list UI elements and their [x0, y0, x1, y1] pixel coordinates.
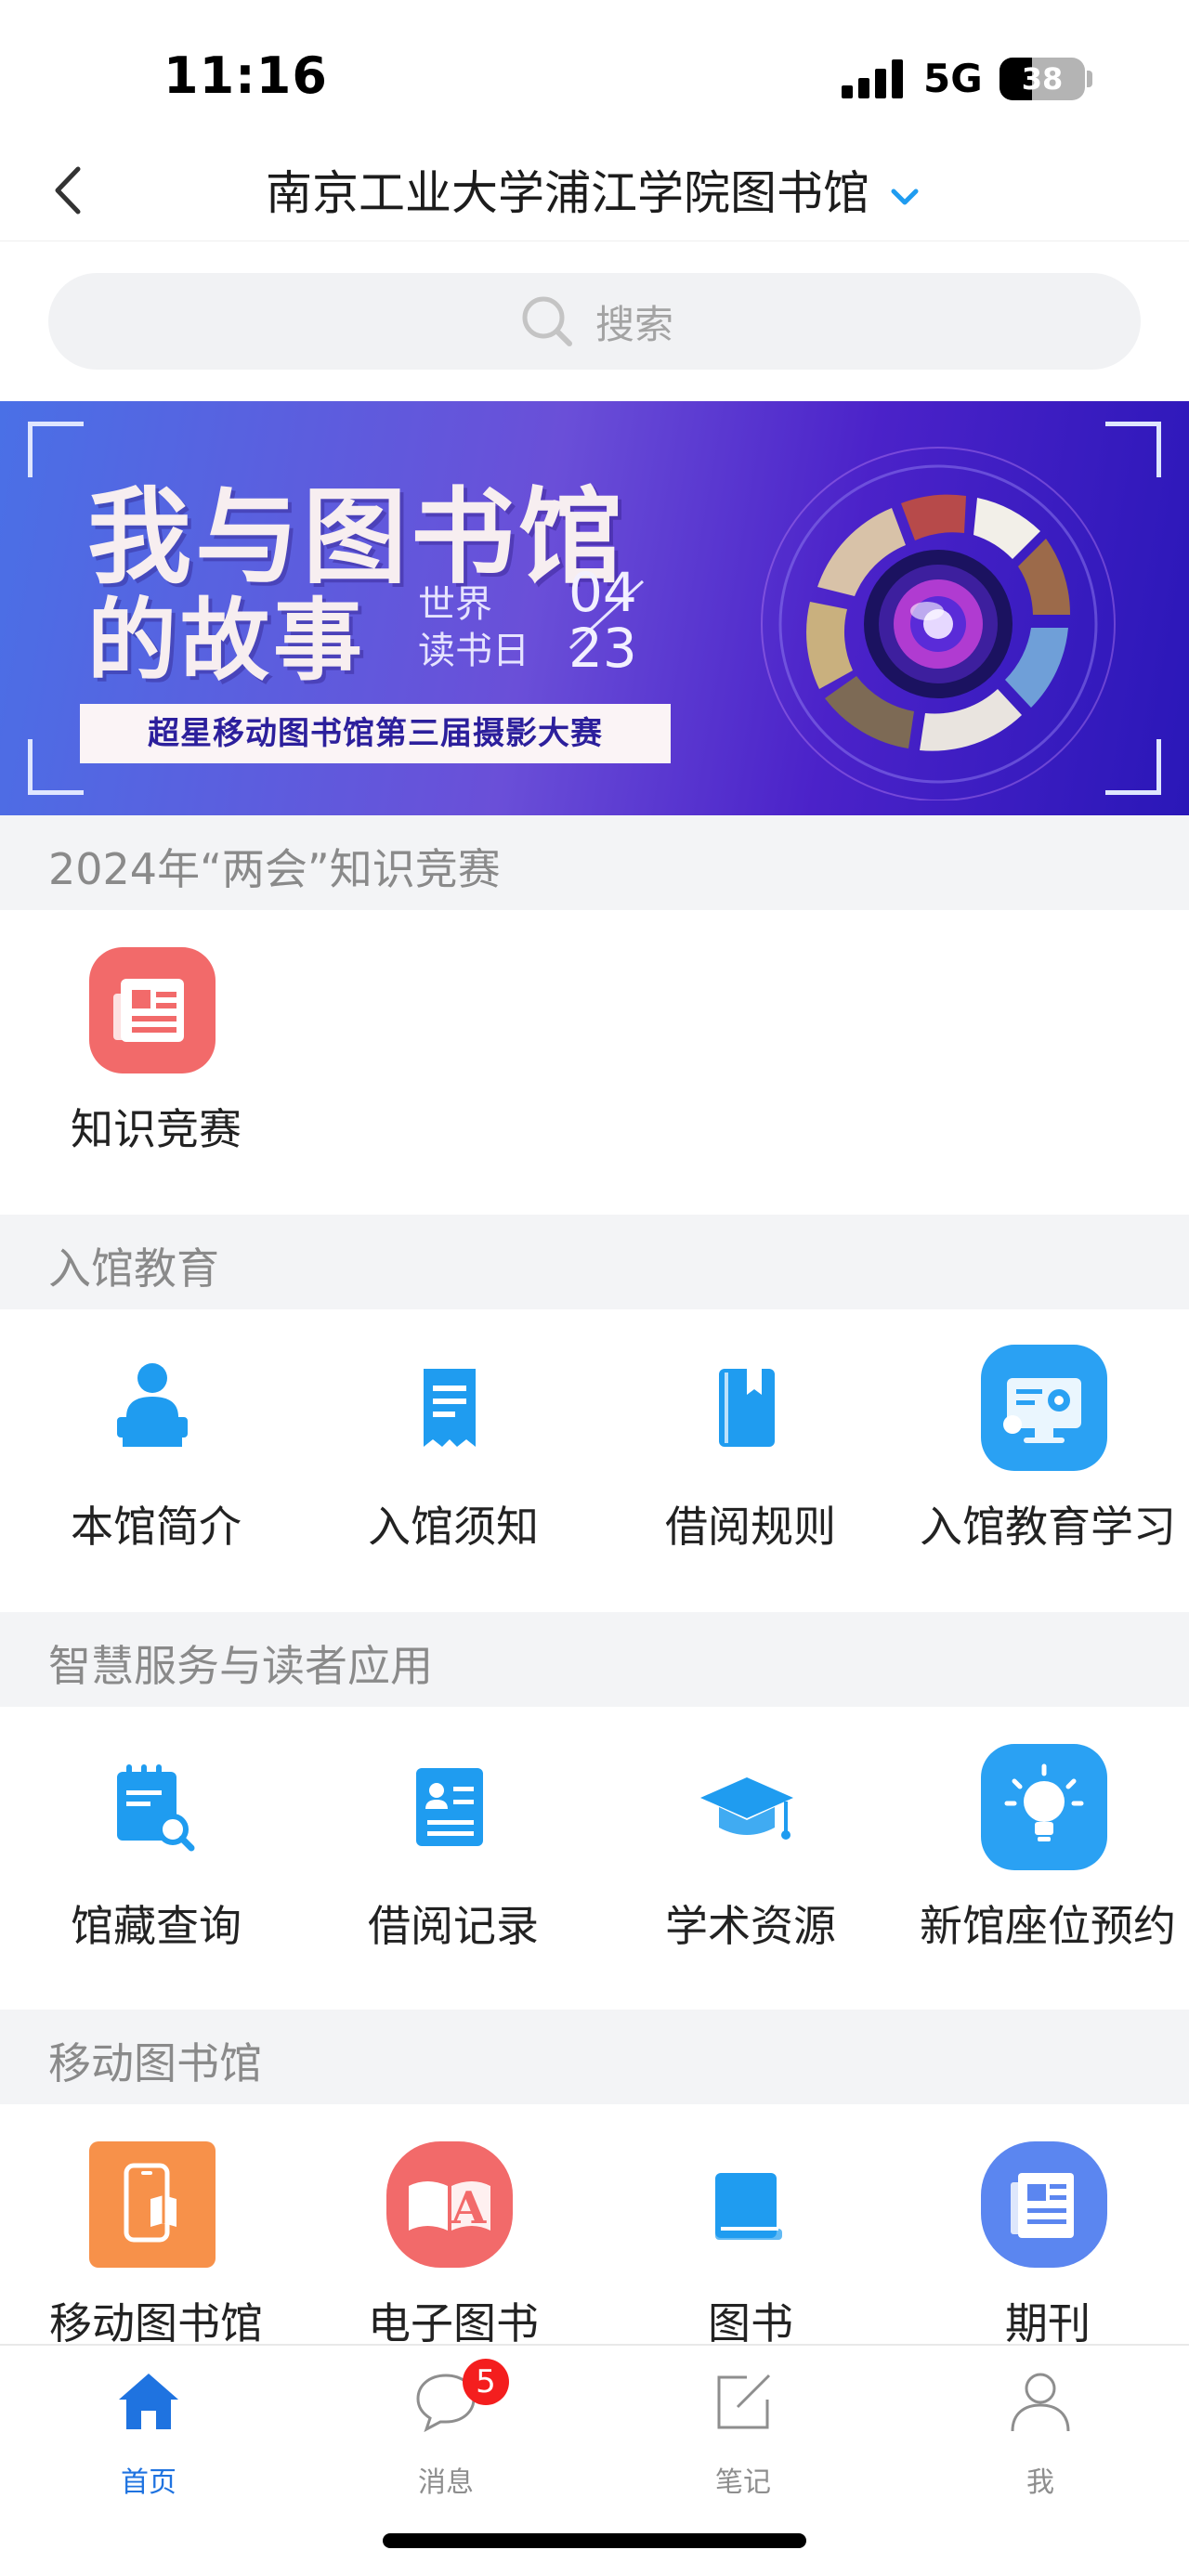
battery-cap	[1087, 71, 1092, 87]
tab-label: 首页	[121, 2466, 176, 2499]
library-switcher[interactable]: 南京工业大学浦江学院图书馆	[0, 156, 1189, 223]
banner-date-month: 04	[568, 561, 637, 624]
librarian-icon	[89, 1345, 216, 1471]
notice-icon	[386, 1345, 513, 1471]
tab-home[interactable]: 首页	[74, 2359, 223, 2499]
id-card-icon	[386, 1744, 513, 1870]
banner-subtitle-line2: 读书日	[418, 630, 529, 672]
grid-item-journals[interactable]: 期刊	[892, 2141, 1189, 2374]
book-icon	[684, 2141, 810, 2268]
search-placeholder: 搜索	[594, 301, 673, 347]
home-indicator	[383, 2533, 806, 2548]
chevron-down-icon	[891, 189, 919, 204]
grid-item-books[interactable]: 图书	[594, 2141, 892, 2374]
grid-item-label: 学术资源	[665, 1901, 836, 1951]
section-header-orientation: 入馆教育	[0, 1215, 1189, 1309]
calendar-search-icon	[89, 1744, 216, 1870]
grid-item-label: 本馆简介	[71, 1502, 242, 1552]
grid-item-label: 知识竞赛	[71, 1104, 242, 1154]
svg-text:A: A	[451, 2182, 487, 2234]
home-icon	[119, 2374, 178, 2429]
grid-item-label: 新馆座位预约	[920, 1901, 1176, 1951]
grid-item-collection-search[interactable]: 馆藏查询	[0, 1744, 297, 1976]
tab-messages[interactable]: 5 消息	[372, 2359, 520, 2499]
battery-level: 38	[1021, 61, 1064, 97]
grid-item-label: 图书	[708, 2298, 793, 2348]
status-time: 11:16	[163, 46, 328, 105]
grid-item-ebooks[interactable]: A 电子图书	[297, 2141, 594, 2374]
camera-lens-graphic	[761, 447, 1116, 800]
grid-item-borrow-history[interactable]: 借阅记录	[297, 1744, 594, 1976]
section-title: 移动图书馆	[48, 2038, 262, 2088]
mobile-book-icon	[89, 2141, 216, 2268]
note-edit-icon	[717, 2374, 771, 2429]
network-type: 5G	[923, 56, 983, 101]
tab-me[interactable]: 我	[966, 2359, 1115, 2499]
grid-item-seat-reservation[interactable]: 新馆座位预约	[892, 1744, 1189, 1976]
promo-banner[interactable]: 我与图书馆 的故事 世界 读书日 04 23 超星移动图书馆第三届摄影大赛	[0, 401, 1189, 815]
battery-icon: 38	[1000, 58, 1085, 100]
ebook-icon: A	[386, 2141, 513, 2268]
tab-notes[interactable]: 笔记	[669, 2359, 817, 2499]
search-icon	[522, 296, 572, 346]
grid-item-label: 电子图书	[368, 2298, 539, 2348]
section-header-contest: 2024年“两会”知识竞赛	[0, 815, 1189, 910]
section-header-mobile-library: 移动图书馆	[0, 2010, 1189, 2104]
bookmark-book-icon	[684, 1345, 810, 1471]
grid-item-knowledge-contest[interactable]: 知识竞赛	[0, 947, 297, 1179]
search-bar[interactable]: 搜索	[48, 273, 1141, 370]
grid-item-label: 借阅记录	[368, 1901, 539, 1951]
grid-item-entry-notice[interactable]: 入馆须知	[297, 1345, 594, 1577]
banner-date-day: 23	[568, 617, 637, 680]
grid-item-academic-resources[interactable]: 学术资源	[594, 1744, 892, 1976]
monitor-settings-icon	[981, 1345, 1107, 1471]
grid-item-label: 馆藏查询	[71, 1901, 242, 1951]
section-title: 2024年“两会”知识竞赛	[48, 844, 501, 894]
nav-bar: 南京工业大学浦江学院图书馆	[0, 139, 1189, 241]
tab-label: 我	[1026, 2466, 1054, 2499]
grid-item-library-intro[interactable]: 本馆简介	[0, 1345, 297, 1577]
tab-label: 消息	[418, 2466, 474, 2499]
unread-badge: 5	[463, 2359, 509, 2405]
grid-item-borrow-rules[interactable]: 借阅规则	[594, 1345, 892, 1577]
grid-item-label: 借阅规则	[665, 1502, 836, 1552]
banner-title-line2: 的故事	[87, 589, 366, 693]
graduation-cap-icon	[684, 1744, 810, 1870]
grid-item-label: 入馆须知	[368, 1502, 539, 1552]
section-header-smart-services: 智慧服务与读者应用	[0, 1612, 1189, 1707]
section-title: 智慧服务与读者应用	[48, 1641, 433, 1691]
page-title: 南京工业大学浦江学院图书馆	[266, 166, 869, 220]
app-screen: 11:16 5G 38 南京工业大学浦江学院图书馆 搜索 我与图书馆 的故事 世…	[0, 0, 1189, 2576]
tab-label: 笔记	[715, 2466, 771, 2499]
banner-tagline: 超星移动图书馆第三届摄影大赛	[80, 704, 671, 763]
section-title: 入馆教育	[48, 1243, 219, 1294]
status-bar: 11:16 5G 38	[0, 0, 1189, 139]
grid-item-mobile-library[interactable]: 移动图书馆	[0, 2141, 297, 2374]
signal-icon	[842, 59, 907, 98]
journal-icon	[981, 2141, 1107, 2268]
banner-corner-tl	[28, 422, 84, 477]
grid-item-label: 期刊	[1005, 2298, 1091, 2348]
lightbulb-icon	[981, 1744, 1107, 1870]
grid-item-label: 入馆教育学习	[920, 1502, 1176, 1552]
grid-item-orientation-learning[interactable]: 入馆教育学习	[892, 1345, 1189, 1577]
newspaper-icon	[89, 947, 216, 1073]
grid-item-label: 移动图书馆	[49, 2298, 263, 2348]
user-icon	[1011, 2373, 1070, 2432]
banner-corner-bl	[28, 739, 84, 795]
